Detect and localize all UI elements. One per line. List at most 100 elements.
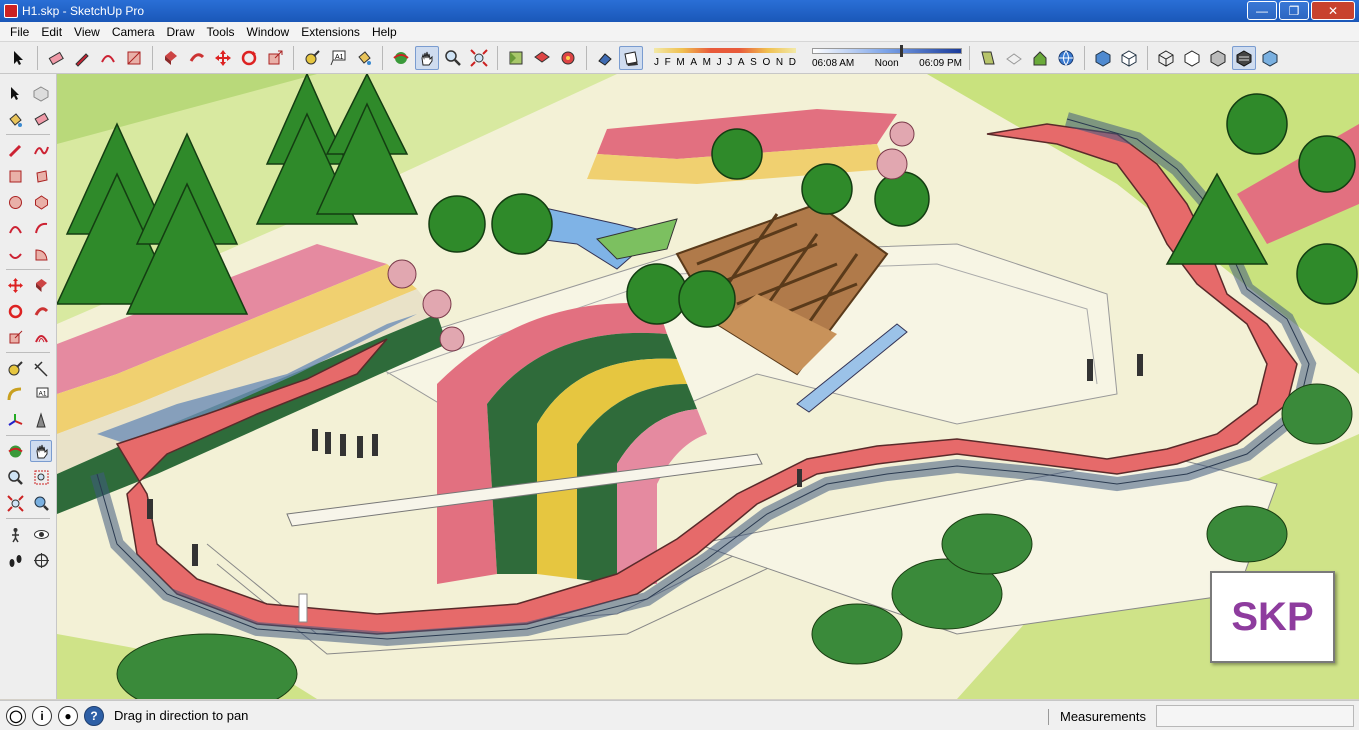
zoom-window-icon[interactable] — [30, 466, 52, 488]
position-camera-icon[interactable] — [4, 523, 26, 545]
rotate-icon[interactable] — [4, 300, 26, 322]
scale-icon[interactable] — [263, 46, 287, 70]
left-toolbar: A1 — [0, 74, 57, 699]
month-labels: J F M A M J J A S O N D — [654, 57, 796, 68]
orbit-icon[interactable] — [4, 440, 26, 462]
globe-icon[interactable] — [1054, 46, 1078, 70]
rectangle-icon[interactable] — [4, 165, 26, 187]
select-icon[interactable] — [4, 82, 26, 104]
rotate-icon[interactable] — [237, 46, 261, 70]
components-icon[interactable] — [556, 46, 580, 70]
credits-info-icon[interactable]: i — [32, 705, 52, 726]
skp-badge-label: SKP — [1231, 594, 1314, 639]
measurements-input[interactable] — [1156, 705, 1354, 727]
toolbar-separator — [6, 518, 50, 519]
eraser-icon[interactable] — [30, 108, 52, 130]
menu-file[interactable]: File — [4, 22, 35, 42]
menu-camera[interactable]: Camera — [106, 22, 161, 42]
menu-view[interactable]: View — [68, 22, 106, 42]
push-pull-icon[interactable] — [159, 46, 183, 70]
xray-style-icon[interactable] — [1091, 46, 1115, 70]
shadows-icon[interactable] — [619, 45, 643, 70]
menu-help[interactable]: Help — [366, 22, 403, 42]
pan-icon[interactable] — [30, 440, 52, 462]
geo-location-icon[interactable]: ◯ — [6, 705, 26, 726]
zoom-extents-icon[interactable] — [467, 46, 491, 70]
shaded-style-icon[interactable] — [1206, 46, 1230, 70]
hidden-line-style-icon[interactable] — [1180, 46, 1204, 70]
dimension-icon[interactable] — [30, 357, 52, 379]
instructor-help-icon[interactable]: ? — [84, 705, 104, 726]
3d-text-icon[interactable] — [30, 409, 52, 431]
section-display-icon[interactable] — [1002, 46, 1026, 70]
time-gradient — [812, 47, 962, 54]
arc-icon[interactable] — [96, 46, 120, 70]
make-component-icon[interactable] — [30, 82, 52, 104]
zoom-icon[interactable] — [4, 466, 26, 488]
tape-measure-icon[interactable] — [300, 46, 324, 70]
select-icon[interactable] — [7, 46, 31, 70]
status-bar: ◯ i ● ? Drag in direction to pan Measure… — [0, 700, 1359, 730]
tape-measure-icon[interactable] — [4, 357, 26, 379]
date-slider[interactable]: J F M A M J J A S O N D — [652, 44, 800, 72]
pie-icon[interactable] — [30, 243, 52, 265]
pencil-icon[interactable] — [70, 46, 94, 70]
follow-me-icon[interactable] — [30, 300, 52, 322]
month-label: J — [716, 56, 722, 68]
line-icon[interactable] — [4, 139, 26, 161]
time-slider-thumb[interactable] — [900, 44, 903, 57]
orbit-icon[interactable] — [389, 46, 413, 70]
warehouse-icon[interactable] — [504, 46, 528, 70]
main-toolbar: A1 J F M A M J J A S O N D 06:08 AM Noon… — [0, 42, 1359, 74]
wireframe-style-icon[interactable] — [1154, 46, 1178, 70]
move-icon[interactable] — [4, 274, 26, 296]
menu-extensions[interactable]: Extensions — [295, 22, 366, 42]
textured-style-icon[interactable] — [1232, 45, 1256, 70]
month-label: M — [702, 56, 711, 68]
two-point-arc-icon[interactable] — [30, 217, 52, 239]
minimize-button[interactable]: — — [1247, 1, 1277, 20]
scale-icon[interactable] — [4, 326, 26, 348]
text-icon[interactable]: A1 — [326, 46, 350, 70]
section-plane-icon[interactable] — [30, 549, 52, 571]
section-plane-icon[interactable] — [976, 46, 1000, 70]
follow-me-icon[interactable] — [185, 46, 209, 70]
paint-bucket-icon[interactable] — [352, 46, 376, 70]
back-edges-style-icon[interactable] — [1117, 46, 1141, 70]
close-button[interactable]: ✕ — [1311, 1, 1355, 20]
pan-icon[interactable] — [415, 45, 439, 70]
zoom-icon[interactable] — [441, 46, 465, 70]
three-point-arc-icon[interactable] — [4, 243, 26, 265]
protractor-icon[interactable] — [4, 383, 26, 405]
look-around-icon[interactable] — [30, 523, 52, 545]
monochrome-style-icon[interactable] — [1258, 46, 1282, 70]
maximize-button[interactable]: ❐ — [1279, 1, 1309, 20]
shadow-settings-icon[interactable] — [593, 46, 617, 70]
menu-window[interactable]: Window — [241, 22, 296, 42]
arc-icon[interactable] — [4, 217, 26, 239]
freehand-icon[interactable] — [30, 139, 52, 161]
rotated-rectangle-icon[interactable] — [30, 165, 52, 187]
text-icon[interactable]: A1 — [30, 383, 52, 405]
time-slider[interactable]: 06:08 AM Noon 06:09 PM — [812, 44, 964, 72]
move-icon[interactable] — [211, 46, 235, 70]
menu-edit[interactable]: Edit — [35, 22, 68, 42]
previous-view-icon[interactable] — [30, 492, 52, 514]
polygon-icon[interactable] — [30, 191, 52, 213]
axes-icon[interactable] — [4, 409, 26, 431]
toolbar-separator — [6, 435, 50, 436]
push-pull-icon[interactable] — [30, 274, 52, 296]
extension-warehouse-icon[interactable] — [530, 46, 554, 70]
rectangle-icon[interactable] — [122, 46, 146, 70]
model-viewport[interactable]: SKP — [57, 74, 1359, 699]
house-icon[interactable] — [1028, 46, 1052, 70]
menu-draw[interactable]: Draw — [161, 22, 201, 42]
paint-bucket-icon[interactable] — [4, 108, 26, 130]
eraser-icon[interactable] — [44, 46, 68, 70]
circle-icon[interactable] — [4, 191, 26, 213]
walk-icon[interactable] — [4, 549, 26, 571]
zoom-extents-icon[interactable] — [4, 492, 26, 514]
menu-tools[interactable]: Tools — [201, 22, 241, 42]
offset-icon[interactable] — [30, 326, 52, 348]
user-account-icon[interactable]: ● — [58, 705, 78, 726]
